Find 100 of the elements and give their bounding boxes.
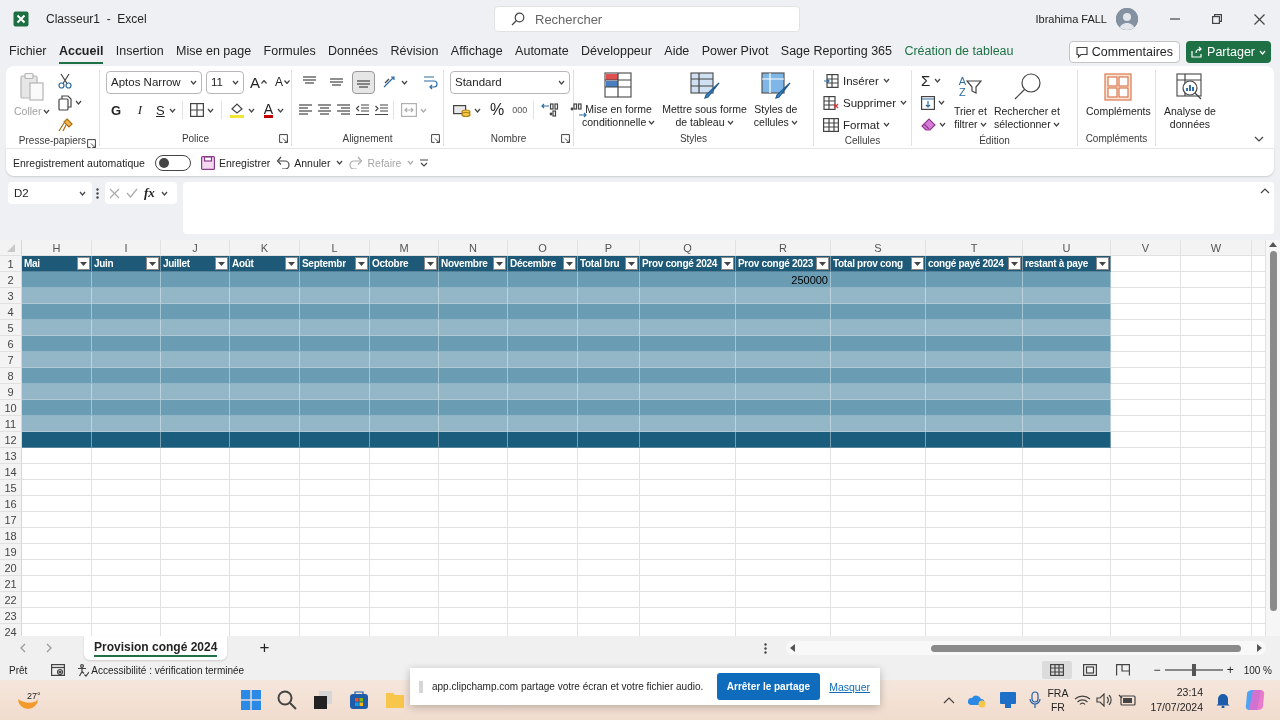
grid-cell[interactable] xyxy=(370,560,439,576)
grid-cell[interactable] xyxy=(92,592,161,608)
table-cell[interactable] xyxy=(640,432,736,448)
grid-cell[interactable] xyxy=(370,496,439,512)
grid-cell[interactable] xyxy=(736,496,831,512)
scroll-thumb[interactable] xyxy=(1269,251,1277,611)
grid-cell[interactable] xyxy=(926,592,1023,608)
filter-button[interactable] xyxy=(625,257,638,270)
grid-cell[interactable] xyxy=(230,496,300,512)
grid-cell[interactable] xyxy=(926,512,1023,528)
grid-cell[interactable] xyxy=(736,544,831,560)
grid-cell[interactable] xyxy=(1111,576,1181,592)
grid-cell[interactable] xyxy=(370,592,439,608)
grid-cell[interactable] xyxy=(1181,304,1252,320)
percent-button[interactable]: % xyxy=(488,99,507,121)
grid-cell[interactable] xyxy=(300,608,370,624)
grid-cell[interactable] xyxy=(230,512,300,528)
grid-cell[interactable] xyxy=(1252,240,1266,256)
row-number[interactable]: 21 xyxy=(0,576,22,592)
grid-cell[interactable] xyxy=(508,560,578,576)
row-number[interactable]: 3 xyxy=(0,288,22,304)
grid-cell[interactable] xyxy=(1023,464,1111,480)
grid-cell[interactable] xyxy=(1181,320,1252,336)
grid-cell[interactable] xyxy=(508,480,578,496)
filter-button[interactable] xyxy=(493,257,506,270)
grid-cell[interactable] xyxy=(831,512,926,528)
column-letter[interactable]: W xyxy=(1181,240,1252,256)
menu-tab[interactable]: Données xyxy=(328,40,379,64)
grid-cell[interactable] xyxy=(161,560,230,576)
column-letter[interactable]: Q xyxy=(640,240,736,256)
filter-button[interactable] xyxy=(816,257,829,270)
user-avatar[interactable] xyxy=(1116,8,1138,30)
table-cell[interactable] xyxy=(300,432,370,448)
grid-cell[interactable] xyxy=(736,480,831,496)
table-cell[interactable] xyxy=(22,432,92,448)
grid-cell[interactable] xyxy=(1111,352,1181,368)
grid-cell[interactable] xyxy=(230,544,300,560)
save-button[interactable]: Enregistrer xyxy=(200,151,271,174)
grid-cell[interactable] xyxy=(1111,592,1181,608)
grid-cell[interactable] xyxy=(300,576,370,592)
filter-button[interactable] xyxy=(563,257,576,270)
grid-cell[interactable] xyxy=(1023,576,1111,592)
grid-cell[interactable] xyxy=(370,576,439,592)
grid-cell[interactable] xyxy=(508,512,578,528)
row-number[interactable]: 22 xyxy=(0,592,22,608)
table-cell[interactable] xyxy=(1023,432,1111,448)
grid-cell[interactable] xyxy=(926,608,1023,624)
scroll-thumb[interactable] xyxy=(931,644,1241,652)
comments-button[interactable]: Commentaires xyxy=(1068,41,1181,63)
grid-cell[interactable] xyxy=(1111,560,1181,576)
row-number[interactable]: 10 xyxy=(0,400,22,416)
grid-cell[interactable] xyxy=(578,608,640,624)
grid-cell[interactable] xyxy=(1181,512,1252,528)
table-cell[interactable] xyxy=(370,432,439,448)
grid-cell[interactable] xyxy=(1023,560,1111,576)
menu-tab[interactable]: Aide xyxy=(664,40,690,64)
grid-cell[interactable] xyxy=(300,464,370,480)
menu-tab[interactable]: Révision xyxy=(390,40,439,64)
row-number[interactable]: 20 xyxy=(0,560,22,576)
number-format-select[interactable]: Standard xyxy=(450,70,570,94)
column-letter[interactable]: N xyxy=(439,240,508,256)
find-select-button[interactable]: Rechercher et sélectionner xyxy=(991,70,1062,131)
grid-cell[interactable] xyxy=(578,576,640,592)
grid-cell[interactable] xyxy=(22,448,92,464)
row-number[interactable]: 6 xyxy=(0,336,22,352)
zoom-slider[interactable] xyxy=(1191,664,1196,676)
insert-function-button[interactable]: fx xyxy=(144,185,155,201)
grid-cell[interactable] xyxy=(22,480,92,496)
row-number[interactable]: 24 xyxy=(0,624,22,636)
share-button[interactable]: Partager xyxy=(1186,41,1271,63)
clock-time[interactable]: 23:14 xyxy=(1176,685,1203,700)
grid-cell[interactable] xyxy=(370,608,439,624)
grid-cell[interactable] xyxy=(1181,464,1252,480)
grid-cell[interactable] xyxy=(439,608,508,624)
column-letter[interactable]: J xyxy=(161,240,230,256)
grid-cell[interactable] xyxy=(736,560,831,576)
grid-cell[interactable] xyxy=(230,480,300,496)
grid-cell[interactable] xyxy=(1181,432,1252,448)
column-letter[interactable]: R xyxy=(736,240,831,256)
grid-cell[interactable] xyxy=(439,480,508,496)
grid-cell[interactable] xyxy=(640,560,736,576)
grid-cell[interactable] xyxy=(831,592,926,608)
grid-cell[interactable] xyxy=(640,480,736,496)
grid-cell[interactable] xyxy=(508,608,578,624)
grid-cell[interactable] xyxy=(92,496,161,512)
grid-cell[interactable] xyxy=(370,480,439,496)
grid-cell[interactable] xyxy=(1023,480,1111,496)
grid-cell[interactable] xyxy=(508,576,578,592)
grid-cell[interactable] xyxy=(578,512,640,528)
search-field[interactable]: Rechercher xyxy=(494,6,800,32)
grid-cell[interactable] xyxy=(300,528,370,544)
row-number[interactable]: 13 xyxy=(0,448,22,464)
filter-button[interactable] xyxy=(1096,257,1109,270)
column-letter[interactable]: V xyxy=(1111,240,1181,256)
grid-cell[interactable] xyxy=(300,544,370,560)
filter-button[interactable] xyxy=(77,257,90,270)
format-as-table-button[interactable]: Mettre sous forme de tableau xyxy=(660,70,749,129)
grid-cell[interactable] xyxy=(161,448,230,464)
grid-cell[interactable] xyxy=(1181,576,1252,592)
grid-cell[interactable] xyxy=(161,480,230,496)
